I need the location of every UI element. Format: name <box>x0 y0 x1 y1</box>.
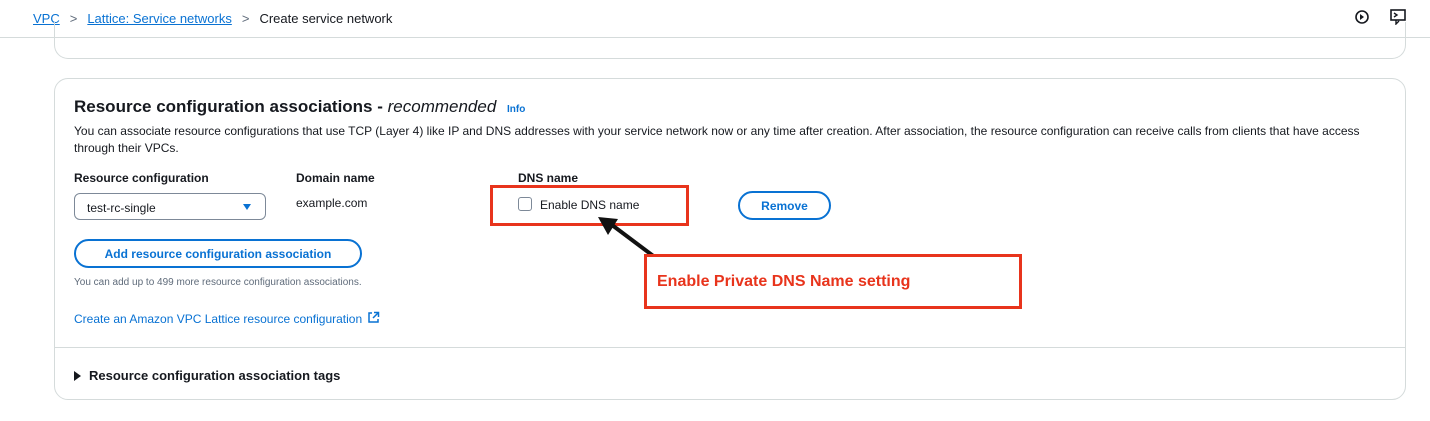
annotation-callout: Enable Private DNS Name setting <box>644 254 1022 309</box>
dns-name-label: DNS name <box>518 171 579 185</box>
association-tags-expander[interactable]: Resource configuration association tags <box>74 368 340 383</box>
create-resource-configuration-link-text[interactable]: Create an Amazon VPC Lattice resource co… <box>74 312 362 326</box>
resource-configuration-select[interactable]: test-rc-single <box>74 193 266 220</box>
section-title-recommended: recommended <box>387 97 497 116</box>
enable-dns-name-checkbox[interactable] <box>518 197 532 211</box>
remove-button[interactable]: Remove <box>738 191 831 220</box>
domain-name-value: example.com <box>296 196 368 210</box>
section-title-text: Resource configuration associations - <box>74 97 388 116</box>
caret-down-icon <box>243 204 251 210</box>
resource-configuration-value: test-rc-single <box>87 201 156 215</box>
association-tags-label: Resource configuration association tags <box>89 368 341 383</box>
enable-dns-name-label[interactable]: Enable DNS name <box>540 198 639 212</box>
create-resource-configuration-link[interactable]: Create an Amazon VPC Lattice resource co… <box>74 311 380 327</box>
add-association-hint: You can add up to 499 more resource conf… <box>74 277 362 288</box>
add-resource-configuration-association-button[interactable]: Add resource configuration association <box>74 239 362 268</box>
external-link-icon <box>367 311 380 327</box>
section-divider <box>55 347 1405 348</box>
annotation-callout-text: Enable Private DNS Name setting <box>657 273 911 290</box>
resource-configuration-label: Resource configuration <box>74 171 209 185</box>
resource-configuration-associations-card: Resource configuration associations - re… <box>54 78 1406 400</box>
section-title: Resource configuration associations - re… <box>74 97 525 117</box>
previous-section-card <box>54 22 1406 59</box>
domain-name-label: Domain name <box>296 171 375 185</box>
caret-right-icon <box>74 370 81 381</box>
info-link[interactable]: Info <box>507 104 525 115</box>
section-description: You can associate resource configuration… <box>74 124 1360 155</box>
